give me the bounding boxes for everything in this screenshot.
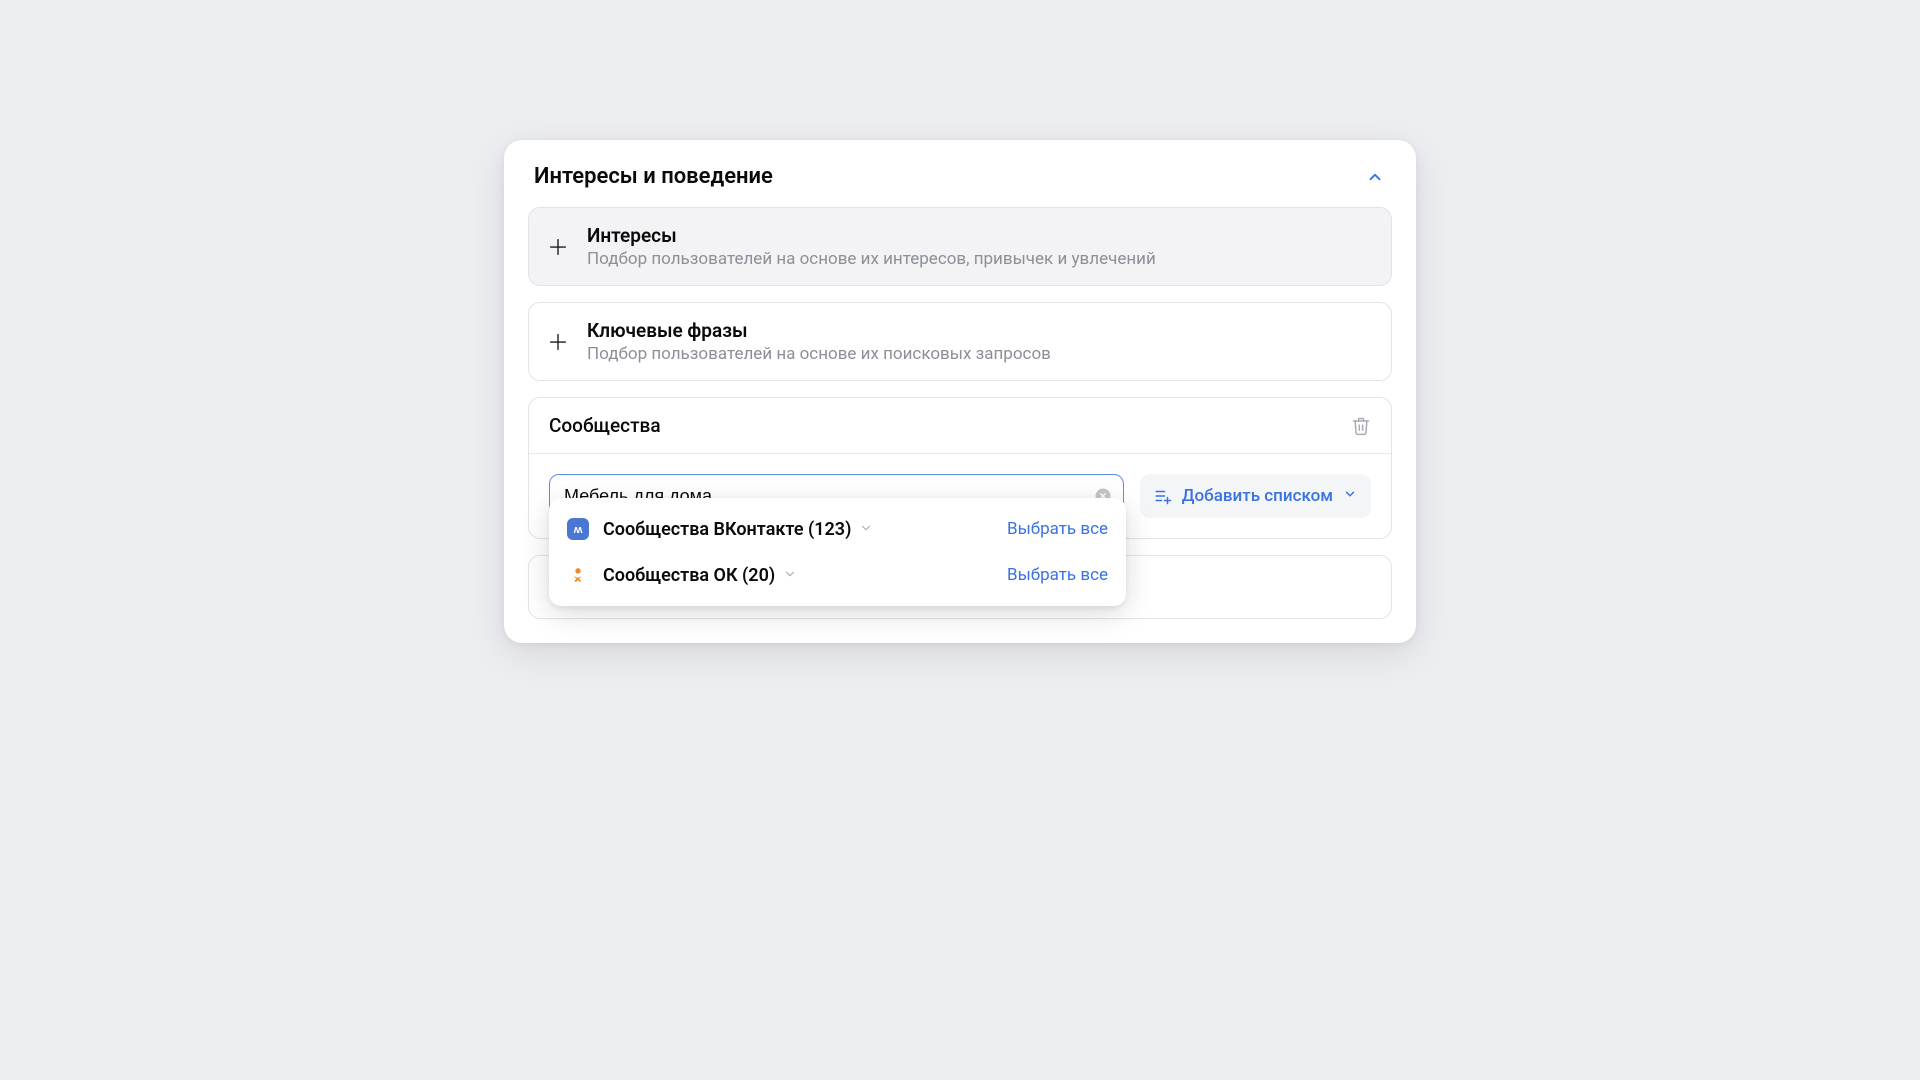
dropdown-row-vk[interactable]: ʍ Сообщества ВКонтакте (123) Выбрать все bbox=[549, 506, 1126, 552]
vk-label: Сообщества ВКонтакте (123) bbox=[603, 519, 873, 540]
keywords-title: Ключевые фразы bbox=[587, 319, 1051, 342]
list-add-icon bbox=[1154, 487, 1172, 505]
chevron-down-icon bbox=[859, 519, 873, 540]
keywords-desc: Подбор пользователей на основе их поиско… bbox=[587, 344, 1051, 364]
select-all-ok[interactable]: Выбрать все bbox=[1007, 565, 1108, 585]
vk-label-text: Сообщества ВКонтакте (123) bbox=[603, 519, 851, 540]
communities-header: Сообщества bbox=[529, 398, 1391, 454]
interests-card-text: Интересы Подбор пользователей на основе … bbox=[587, 224, 1156, 269]
panel-title: Интересы и поведение bbox=[534, 164, 773, 189]
collapse-icon[interactable] bbox=[1364, 166, 1386, 188]
ok-label-text: Сообщества ОК (20) bbox=[603, 565, 775, 586]
ok-label: Сообщества ОК (20) bbox=[603, 565, 797, 586]
vk-icon: ʍ bbox=[567, 518, 589, 540]
communities-title: Сообщества bbox=[549, 414, 661, 437]
trash-icon[interactable] bbox=[1351, 416, 1371, 436]
search-dropdown: ʍ Сообщества ВКонтакте (123) Выбрать все bbox=[549, 498, 1126, 606]
dropdown-row-ok[interactable]: Сообщества ОК (20) Выбрать все bbox=[549, 552, 1126, 598]
communities-section: Сообщества Добавить списком bbox=[528, 397, 1392, 539]
add-list-button[interactable]: Добавить списком bbox=[1140, 474, 1371, 518]
panel-header: Интересы и поведение bbox=[528, 160, 1392, 207]
chevron-down-icon bbox=[1343, 486, 1357, 506]
keywords-card[interactable]: Ключевые фразы Подбор пользователей на о… bbox=[528, 302, 1392, 381]
dropdown-left: Сообщества ОК (20) bbox=[567, 564, 797, 586]
chevron-down-icon bbox=[783, 565, 797, 586]
interests-desc: Подбор пользователей на основе их интере… bbox=[587, 249, 1156, 269]
interests-behavior-panel: Интересы и поведение Интересы Подбор пол… bbox=[504, 140, 1416, 643]
ok-icon bbox=[567, 564, 589, 586]
plus-icon bbox=[547, 236, 569, 258]
interests-title: Интересы bbox=[587, 224, 1156, 247]
interests-card[interactable]: Интересы Подбор пользователей на основе … bbox=[528, 207, 1392, 286]
plus-icon bbox=[547, 331, 569, 353]
select-all-vk[interactable]: Выбрать все bbox=[1007, 519, 1108, 539]
keywords-card-text: Ключевые фразы Подбор пользователей на о… bbox=[587, 319, 1051, 364]
add-list-label: Добавить списком bbox=[1182, 486, 1333, 506]
dropdown-left: ʍ Сообщества ВКонтакте (123) bbox=[567, 518, 873, 540]
